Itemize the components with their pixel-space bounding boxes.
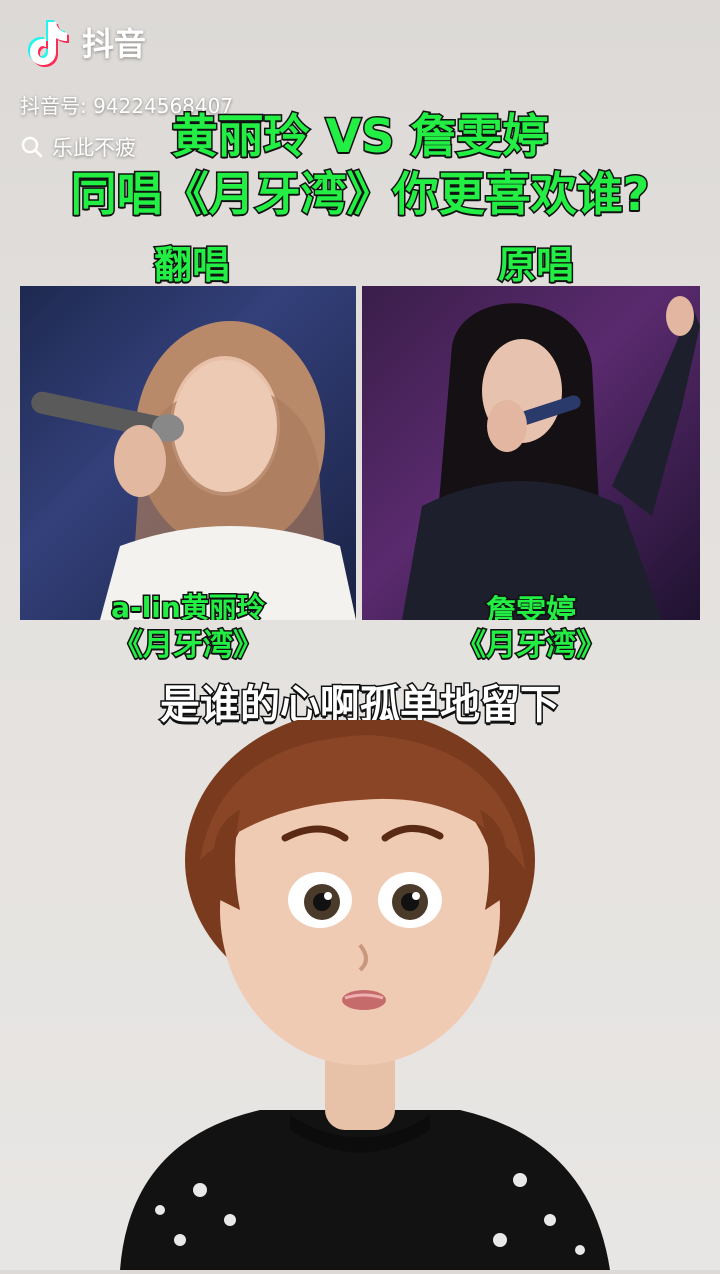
right-singer-photo: 詹雯婷 [362, 286, 700, 620]
right-label: 原唱 [496, 242, 575, 289]
singer-illustration [402, 296, 700, 620]
left-caption-song: 《月牙湾》 [112, 627, 265, 665]
douyin-logo-icon [28, 20, 69, 67]
headline-line-1: 黄丽玲 VS 詹雯婷 [170, 108, 550, 165]
right-caption-song: 《月牙湾》 [455, 627, 608, 665]
presenter-illustration [120, 710, 610, 1270]
headline-line-2: 同唱《月牙湾》你更喜欢谁? [69, 166, 651, 223]
douyin-brand-text: 抖音 [82, 25, 147, 63]
singer-illustration [31, 321, 356, 620]
left-caption-name: a-lin黄丽玲 [110, 590, 267, 621]
left-label: 翻唱 [152, 242, 231, 289]
right-caption-name: 詹雯婷 [485, 593, 578, 621]
left-singer-photo: a-lin黄丽玲 [20, 286, 356, 620]
presenter-avatar [0, 710, 720, 1270]
douyin-header: 抖音 [18, 14, 146, 70]
